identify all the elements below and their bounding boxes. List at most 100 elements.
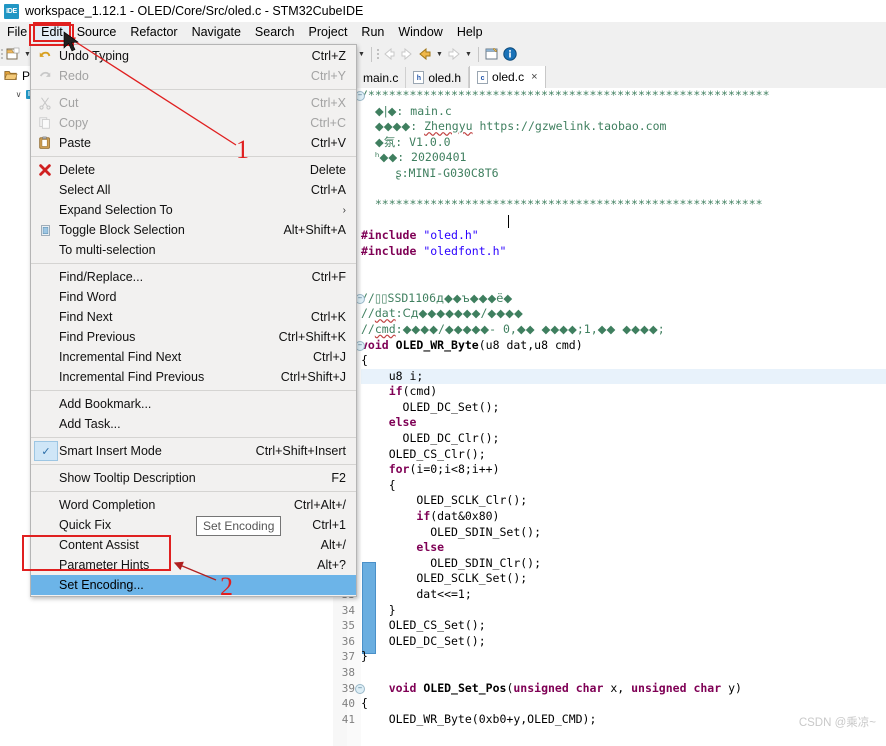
code-line[interactable]: 17−void OLED_WR_Byte(u8 dat,u8 cmd) bbox=[342, 338, 886, 354]
code-text: OLED_DC_Set(); bbox=[361, 633, 486, 648]
code-line[interactable]: 21 OLED_DC_Set(); bbox=[342, 400, 886, 416]
close-icon[interactable]: × bbox=[531, 71, 537, 83]
code-line[interactable]: 5 ʰ◆◆: 20200401 bbox=[348, 150, 886, 166]
code-line[interactable]: 28 if(dat&0x80) bbox=[342, 509, 886, 525]
project-explorer-icon bbox=[4, 68, 18, 85]
chevron-down-icon[interactable]: ∨ bbox=[14, 90, 23, 99]
toolbar-drag-handle[interactable] bbox=[376, 46, 380, 62]
code-line[interactable]: 40 { bbox=[342, 696, 886, 712]
code-line[interactable]: 4 ◆氛: V1.0.0 bbox=[348, 135, 886, 151]
code-line[interactable]: 9 bbox=[348, 213, 886, 229]
menu-option-select-all[interactable]: Select All Ctrl+A bbox=[31, 180, 356, 200]
code-fold-icon[interactable]: − bbox=[355, 683, 365, 694]
code-line[interactable]: 20 if(cmd) bbox=[342, 384, 886, 400]
code-line[interactable]: 24 OLED_CS_Clr(); bbox=[342, 447, 886, 463]
editor-tab-main-c[interactable]: main.c bbox=[356, 67, 407, 88]
dropdown-arrow-icon[interactable]: ▼ bbox=[435, 46, 444, 62]
code-line[interactable]: 13 bbox=[342, 275, 886, 291]
code-line[interactable]: 1−/*************************************… bbox=[348, 88, 886, 104]
menu-option-find-replace[interactable]: Find/Replace... Ctrl+F bbox=[31, 267, 356, 287]
dropdown-arrow-icon[interactable]: ▼ bbox=[464, 46, 473, 62]
code-line[interactable]: 33 dat<<=1; bbox=[342, 587, 886, 603]
menu-option-word-completion[interactable]: Word Completion Ctrl+Alt+/ bbox=[31, 495, 356, 515]
code-line[interactable]: 30 else bbox=[342, 540, 886, 556]
menu-option-smart-insert-mode[interactable]: ✓ Smart Insert Mode Ctrl+Shift+Insert bbox=[31, 441, 356, 461]
code-line[interactable]: 14−//▯▯SSD1106д◆◆ъ◆◆◆ё◆ bbox=[342, 291, 886, 307]
code-line[interactable]: 10#include "oled.h" bbox=[342, 228, 886, 244]
menu-option-shortcut: Alt+? bbox=[317, 558, 346, 572]
menu-option-quick-fix[interactable]: Quick Fix Ctrl+1 bbox=[31, 515, 356, 535]
menu-item-window[interactable]: Window bbox=[391, 23, 449, 41]
code-lines[interactable]: 1−/*************************************… bbox=[342, 88, 886, 746]
edit-dropdown-menu[interactable]: Undo Typing Ctrl+Z Redo Ctrl+Y Cut Ctrl+X Copy… bbox=[30, 44, 357, 597]
code-line[interactable]: 15//dat:Сд◆◆◆◆◆◆◆/◆◆◆◆ bbox=[342, 306, 886, 322]
menu-item-project[interactable]: Project bbox=[302, 23, 355, 41]
menu-bar[interactable]: File Edit Source Refactor Navigate Search Proj… bbox=[0, 22, 886, 43]
code-line[interactable]: 16//cmd:◆◆◆◆/◆◆◆◆◆- 0,◆◆ ◆◆◆◆;1,◆◆ ◆◆◆◆; bbox=[342, 322, 886, 338]
code-line[interactable]: 8 **************************************… bbox=[348, 197, 886, 213]
code-line[interactable]: 3 ◆◆◆◆: Zhengyu https://gzwelink.taobao.… bbox=[348, 119, 886, 135]
menu-option-copy[interactable]: Copy Ctrl+C bbox=[31, 113, 356, 133]
code-line[interactable]: 11#include "oledfont.h" bbox=[342, 244, 886, 260]
code-line[interactable]: 2 ◆|◆: main.c bbox=[348, 104, 886, 120]
dropdown-arrow-icon[interactable]: ▼ bbox=[357, 46, 366, 62]
code-line[interactable]: 12 bbox=[342, 260, 886, 276]
info-icon[interactable] bbox=[502, 46, 518, 62]
code-line[interactable]: 34 } bbox=[342, 603, 886, 619]
code-line[interactable]: 26 { bbox=[342, 478, 886, 494]
code-text: else bbox=[388, 415, 417, 430]
code-line[interactable]: 22 else bbox=[342, 415, 886, 431]
menu-item-source[interactable]: Source bbox=[70, 23, 124, 41]
code-line[interactable]: 37} bbox=[342, 649, 886, 665]
menu-option-find-next[interactable]: Find Next Ctrl+K bbox=[31, 307, 356, 327]
menu-item-search[interactable]: Search bbox=[248, 23, 302, 41]
code-editor[interactable]: 1−/*************************************… bbox=[333, 88, 886, 746]
code-line[interactable]: 39− void OLED_Set_Pos(unsigned char x, u… bbox=[342, 681, 886, 697]
toolbar-drag-handle[interactable] bbox=[0, 46, 4, 62]
menu-option-toggle-block-selection[interactable]: Toggle Block Selection Alt+Shift+A bbox=[31, 220, 356, 240]
menu-option-redo[interactable]: Redo Ctrl+Y bbox=[31, 66, 356, 86]
menu-option-set-encoding[interactable]: Set Encoding... bbox=[31, 575, 356, 595]
code-line[interactable]: 27 OLED_SCLK_Clr(); bbox=[342, 493, 886, 509]
menu-item-edit[interactable]: Edit bbox=[33, 22, 71, 42]
new-file-icon[interactable] bbox=[5, 46, 21, 62]
menu-item-file[interactable]: File bbox=[0, 23, 34, 41]
menu-item-help[interactable]: Help bbox=[450, 23, 490, 41]
prev-edit-icon[interactable] bbox=[417, 46, 433, 62]
menu-option-content-assist[interactable]: Content Assist Alt+/ bbox=[31, 535, 356, 555]
menu-option-cut[interactable]: Cut Ctrl+X bbox=[31, 93, 356, 113]
code-line[interactable]: 19 u8 i; bbox=[342, 368, 886, 385]
menu-item-run[interactable]: Run bbox=[354, 23, 391, 41]
menu-option-find-word[interactable]: Find Word bbox=[31, 287, 356, 307]
menu-option-incremental-find-next[interactable]: Incremental Find Next Ctrl+J bbox=[31, 347, 356, 367]
menu-item-navigate[interactable]: Navigate bbox=[185, 23, 248, 41]
code-line[interactable]: 35 OLED_CS_Set(); bbox=[342, 618, 886, 634]
editor-tab-oled-c[interactable]: c oled.c × bbox=[469, 66, 546, 88]
menu-option-parameter-hints[interactable]: Parameter Hints Alt+? bbox=[31, 555, 356, 575]
menu-option-add-task[interactable]: Add Task... bbox=[31, 414, 356, 434]
menu-option-delete[interactable]: Delete Delete bbox=[31, 160, 356, 180]
menu-option-undo-typing[interactable]: Undo Typing Ctrl+Z bbox=[31, 46, 356, 66]
new-editor-icon[interactable] bbox=[484, 46, 500, 62]
editor-tab-oled-h[interactable]: h oled.h bbox=[406, 67, 470, 88]
menu-option-show-tooltip-description[interactable]: Show Tooltip Description F2 bbox=[31, 468, 356, 488]
code-line[interactable]: 31 OLED_SDIN_Clr(); bbox=[342, 556, 886, 572]
menu-option-shortcut: Ctrl+Z bbox=[311, 49, 346, 63]
code-line[interactable]: 18{ bbox=[342, 353, 886, 369]
code-line[interactable]: 38 bbox=[342, 665, 886, 681]
code-line[interactable]: 36 OLED_DC_Set(); bbox=[342, 633, 886, 650]
code-line[interactable]: 29 OLED_SDIN_Set(); bbox=[342, 525, 886, 541]
menu-option-to-multi-selection[interactable]: To multi-selection bbox=[31, 240, 356, 260]
menu-item-refactor[interactable]: Refactor bbox=[123, 23, 184, 41]
code-line[interactable]: 25 for(i=0;i<8;i++) bbox=[342, 462, 886, 478]
code-line[interactable]: 23 OLED_DC_Clr(); bbox=[342, 431, 886, 447]
menu-option-incremental-find-previous[interactable]: Incremental Find Previous Ctrl+Shift+J bbox=[31, 367, 356, 387]
editor-tab-bar[interactable]: main.c h oled.h c oled.c × bbox=[333, 66, 886, 89]
code-line[interactable]: 32 OLED_SCLK_Set(); bbox=[342, 571, 886, 587]
menu-option-expand-selection-to[interactable]: Expand Selection To › bbox=[31, 200, 356, 220]
menu-option-find-previous[interactable]: Find Previous Ctrl+Shift+K bbox=[31, 327, 356, 347]
code-line[interactable]: 7 bbox=[348, 182, 886, 198]
menu-option-paste[interactable]: Paste Ctrl+V bbox=[31, 133, 356, 153]
menu-option-add-bookmark[interactable]: Add Bookmark... bbox=[31, 394, 356, 414]
code-line[interactable]: 6 ʂ:MINI-G030C8T6 bbox=[348, 166, 886, 182]
